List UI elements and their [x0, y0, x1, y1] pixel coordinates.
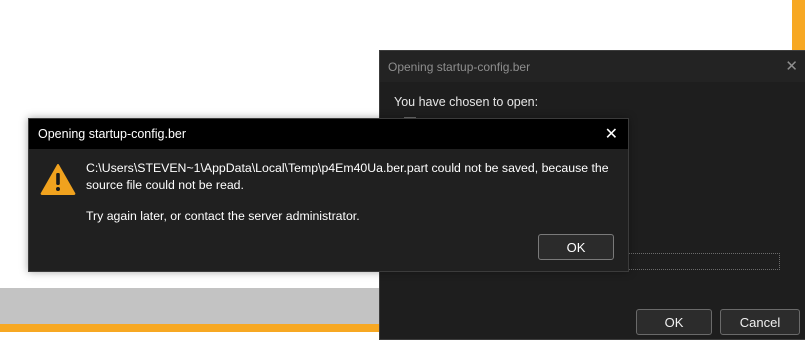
- error-message-line-1: C:\Users\STEVEN~1\AppData\Local\Temp\p4E…: [86, 161, 609, 175]
- back-dialog-close-icon[interactable]: ✕: [785, 57, 798, 75]
- ok-button[interactable]: OK: [538, 234, 614, 260]
- error-message-line-2: source file could not be read.: [86, 178, 244, 192]
- back-dialog-ok-button[interactable]: OK: [636, 309, 712, 335]
- error-dialog-titlebar[interactable]: Opening startup-config.ber ✕: [29, 119, 628, 149]
- back-dialog-titlebar[interactable]: Opening startup-config.ber ✕: [380, 51, 805, 82]
- error-dialog-title: Opening startup-config.ber: [38, 127, 187, 141]
- error-message-hint: Try again later, or contact the server a…: [86, 209, 360, 223]
- back-dialog-focus-outline: [628, 253, 780, 270]
- warning-icon: [40, 164, 76, 195]
- back-dialog-title: Opening startup-config.ber: [388, 59, 531, 74]
- back-dialog-cancel-button[interactable]: Cancel: [720, 309, 800, 335]
- error-dialog: Opening startup-config.ber ✕ C:\Users\ST…: [28, 118, 629, 272]
- back-dialog-prompt: You have chosen to open:: [394, 95, 539, 109]
- close-icon[interactable]: ✕: [605, 124, 618, 144]
